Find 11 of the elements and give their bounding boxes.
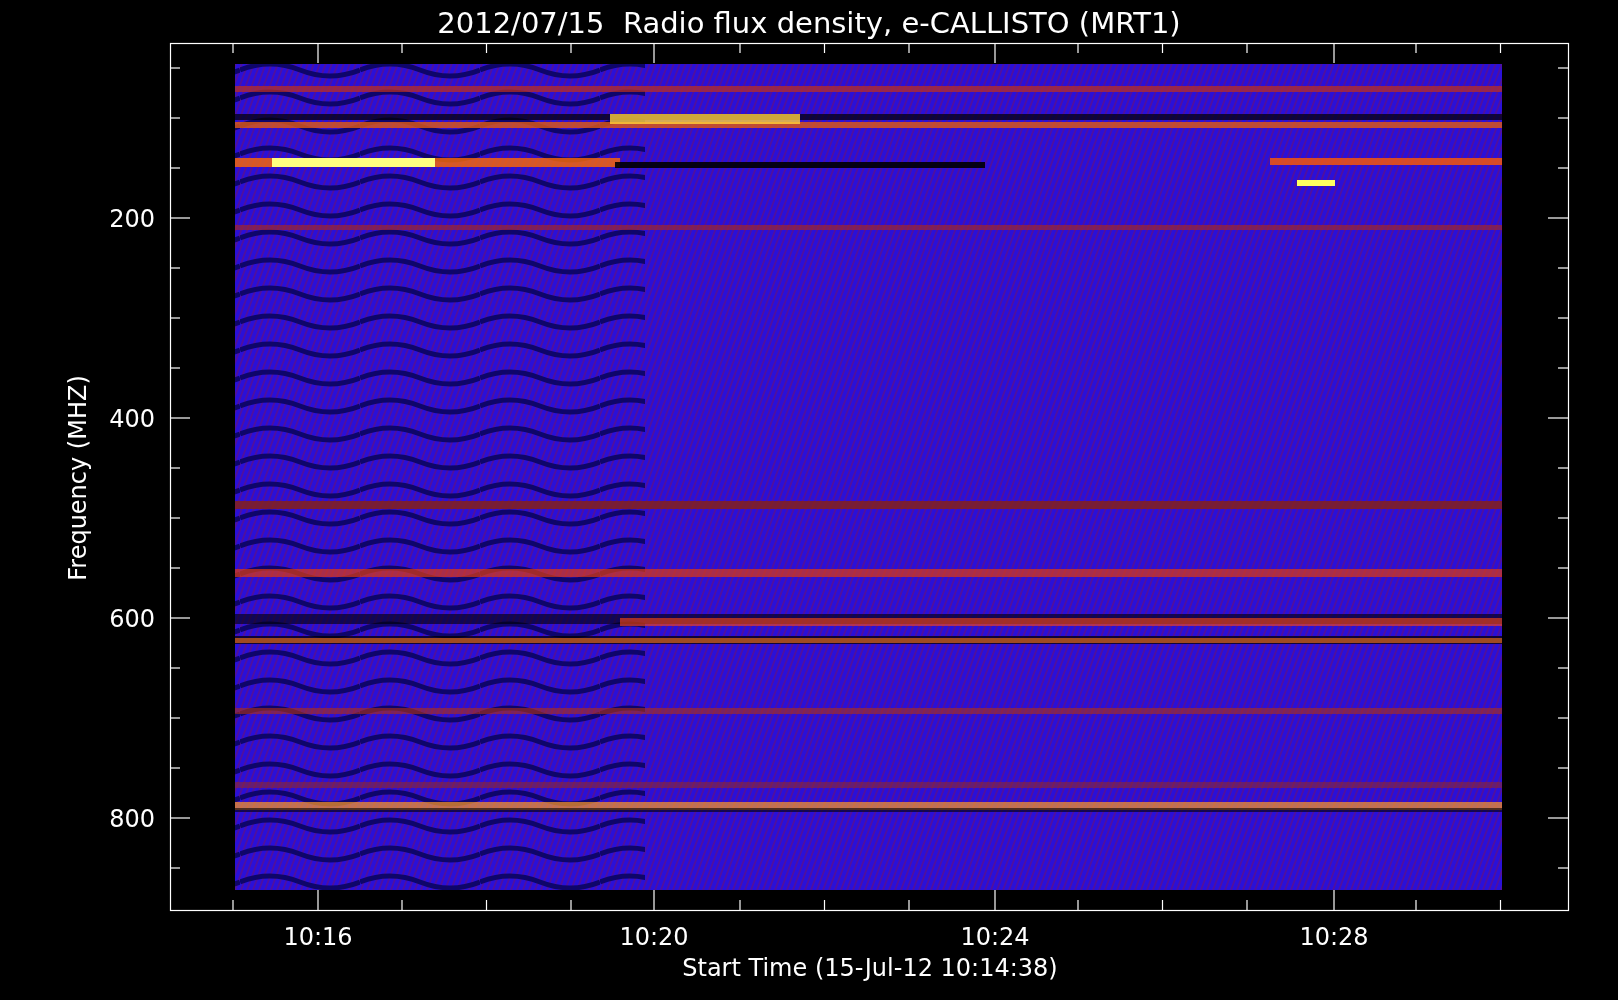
chart-title: 2012/07/15 Radio flux density, e-CALLISTO (MRT1) [437,6,1181,40]
x-axis-label: Start Time (15-Jul-12 10:14:38) [682,954,1058,982]
y-tick-label: 800 [109,805,155,833]
x-tick-label: 10:24 [960,923,1030,951]
x-tick-label: 10:16 [283,923,353,951]
x-tick-label: 10:20 [619,923,689,951]
x-tick-label: 10:28 [1299,923,1369,951]
y-axis-label: Frequency (MHZ) [64,375,92,581]
y-tick-label: 600 [109,605,155,633]
y-tick-label: 400 [109,405,155,433]
y-tick-label: 200 [109,205,155,233]
